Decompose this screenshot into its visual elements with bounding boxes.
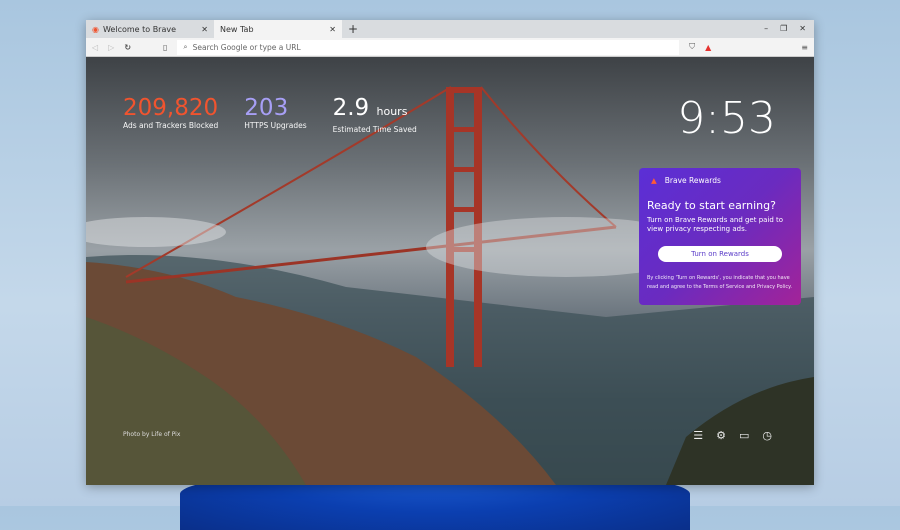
rewards-fine-print: By clicking 'Turn on Rewards', you indic… [647, 275, 792, 290]
customize-icon[interactable]: ☰ [693, 429, 703, 442]
back-icon[interactable]: ◁ [92, 43, 98, 52]
tab-title: Welcome to Brave [102, 24, 177, 34]
tab-new-tab[interactable]: New Tab ✕ [214, 20, 342, 38]
stat-label: HTTPS Upgrades [244, 121, 307, 130]
bottom-actions: ☰ ⚙ ▭ ◷ [693, 429, 772, 442]
menu-icon[interactable]: ≡ [801, 43, 808, 52]
browser-window: ◉ Welcome to Brave ✕ New Tab ✕ + – ❐ ✕ ◁… [86, 20, 814, 485]
rewards-heading: Ready to start earning? [647, 199, 776, 212]
rewards-body: Turn on Brave Rewards and get paid to vi… [647, 216, 784, 233]
bookmark-icon[interactable]: ▯ [163, 43, 167, 52]
rewards-title: Brave Rewards [664, 176, 721, 185]
close-tab-icon[interactable]: ✕ [201, 25, 208, 34]
bat-logo-icon: ▲ [651, 176, 657, 185]
brave-rewards-card: ▲ Brave Rewards Ready to start earning? T… [639, 168, 801, 305]
toolbar: ◁ ▷ ↻ ▯ ⌕ Search Google or type a URL ⛉ … [86, 38, 814, 57]
new-tab-button[interactable]: + [342, 20, 364, 38]
turn-on-rewards-button[interactable]: Turn on Rewards [658, 246, 782, 262]
photo-credit[interactable]: Photo by Life of Pix [123, 431, 180, 438]
address-bar[interactable]: ⌕ Search Google or type a URL [177, 39, 680, 55]
restore-icon[interactable]: ❐ [780, 20, 787, 38]
stat-value: 2.9 [332, 95, 370, 121]
tab-bar: ◉ Welcome to Brave ✕ New Tab ✕ + – ❐ ✕ [86, 20, 814, 38]
stat-label: Estimated Time Saved [332, 125, 417, 134]
close-tab-icon[interactable]: ✕ [329, 25, 336, 34]
search-icon: ⌕ [183, 42, 188, 51]
address-placeholder: Search Google or type a URL [192, 42, 301, 52]
brave-rewards-icon[interactable]: ▲ [705, 43, 711, 52]
settings-icon[interactable]: ⚙ [716, 429, 726, 442]
tab-title: New Tab [220, 24, 254, 34]
clock: 9:53 [677, 93, 776, 144]
stat-unit: hours [376, 105, 408, 118]
bookmarks-icon[interactable]: ▭ [739, 429, 749, 442]
stat-ads-blocked: 209,820 Ads and Trackers Blocked [123, 95, 218, 134]
stats-widget: 209,820 Ads and Trackers Blocked 203 HTT… [123, 95, 417, 134]
forward-icon[interactable]: ▷ [108, 43, 114, 52]
close-window-icon[interactable]: ✕ [799, 20, 806, 38]
brave-shields-icon[interactable]: ⛉ [689, 42, 695, 52]
brave-lion-icon: ◉ [92, 24, 99, 34]
stat-label: Ads and Trackers Blocked [123, 121, 219, 130]
history-icon[interactable]: ◷ [762, 429, 772, 442]
new-tab-page: 209,820 Ads and Trackers Blocked 203 HTT… [86, 57, 814, 485]
reload-icon[interactable]: ↻ [124, 43, 131, 52]
minimize-icon[interactable]: – [764, 20, 768, 38]
stat-value: 209,820 [123, 95, 219, 121]
stat-value: 203 [244, 95, 289, 121]
stat-time-saved: 2.9 hours Estimated Time Saved [333, 95, 417, 134]
stat-https-upgrades: 203 HTTPS Upgrades [244, 95, 306, 134]
tab-welcome[interactable]: ◉ Welcome to Brave ✕ [86, 20, 214, 38]
